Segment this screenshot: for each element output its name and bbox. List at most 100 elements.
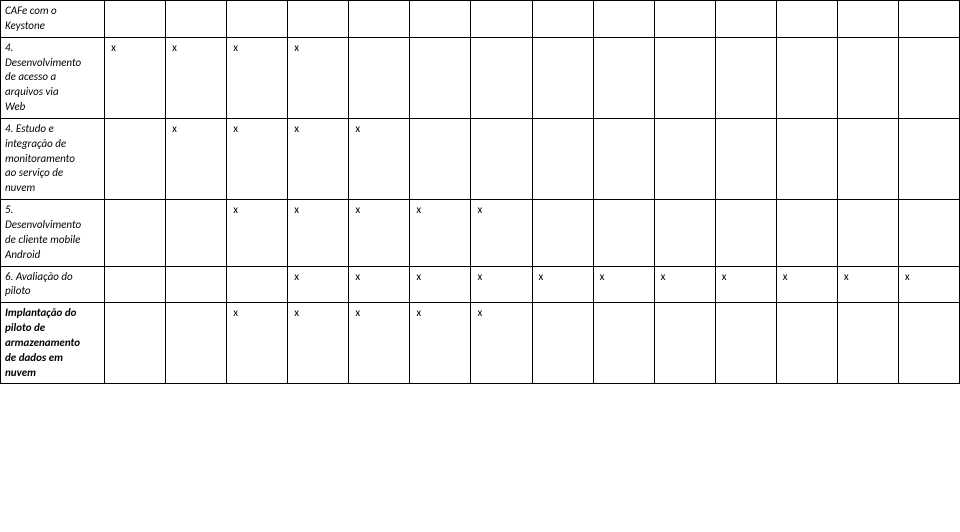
mark-x: x xyxy=(722,270,727,285)
mark-cell: x xyxy=(166,37,227,118)
mark-cell xyxy=(715,303,776,384)
mark-x: x xyxy=(355,306,360,321)
mark-cell xyxy=(532,37,593,118)
mark-cell xyxy=(166,266,227,303)
mark-cell: x xyxy=(471,200,532,266)
mark-x: x xyxy=(844,270,849,285)
mark-cell: x xyxy=(654,266,715,303)
mark-cell: x xyxy=(349,266,410,303)
mark-x: x xyxy=(416,203,421,218)
mark-cell xyxy=(532,118,593,199)
mark-x: x xyxy=(233,306,238,321)
mark-cell xyxy=(349,37,410,118)
row-label-line: monitoramento xyxy=(5,152,75,165)
mark-x: x xyxy=(355,122,360,137)
mark-x: x xyxy=(233,41,238,56)
table-row: CAFe com o Keystone xyxy=(1,1,960,38)
mark-cell: x xyxy=(471,266,532,303)
row-label-line: 4. Estudo e xyxy=(5,122,54,135)
row-label: 4. Estudo eintegração demonitoramentoao … xyxy=(1,118,105,199)
mark-cell xyxy=(837,200,898,266)
row-label-line: Desenvolvimento xyxy=(5,56,81,69)
mark-cell xyxy=(776,37,837,118)
table-row: Implantação dopiloto dearmazenamentode d… xyxy=(1,303,960,384)
mark-cell: x xyxy=(227,303,288,384)
mark-cell xyxy=(166,200,227,266)
row-label: 5.Desenvolvimentode cliente mobileAndroi… xyxy=(1,200,105,266)
mark-x: x xyxy=(294,41,299,56)
mark-x: x xyxy=(294,270,299,285)
mark-x: x xyxy=(539,270,544,285)
mark-x: x xyxy=(661,270,666,285)
mark-x: x xyxy=(905,270,910,285)
mark-cell xyxy=(776,303,837,384)
mark-x: x xyxy=(477,203,482,218)
row-label: 6. Avaliação dopiloto xyxy=(1,266,105,303)
mark-cell xyxy=(166,1,227,38)
mark-cell: x xyxy=(349,200,410,266)
mark-cell xyxy=(532,303,593,384)
mark-cell xyxy=(593,200,654,266)
mark-cell xyxy=(227,266,288,303)
mark-cell: x xyxy=(349,303,410,384)
row-label-line: de acesso a xyxy=(5,70,56,83)
mark-x: x xyxy=(233,203,238,218)
mark-cell xyxy=(105,1,166,38)
mark-cell xyxy=(105,118,166,199)
row-label-line: de dados em xyxy=(5,351,63,364)
row-label-line: arquivos via xyxy=(5,85,59,98)
mark-x: x xyxy=(355,270,360,285)
mark-x: x xyxy=(416,270,421,285)
mark-cell xyxy=(288,1,349,38)
mark-x: x xyxy=(294,203,299,218)
mark-cell xyxy=(715,1,776,38)
mark-cell: x xyxy=(227,37,288,118)
row-label-line: piloto xyxy=(5,284,31,297)
mark-cell xyxy=(105,266,166,303)
mark-x: x xyxy=(783,270,788,285)
table-row: 4. Desenvolvimentode acesso a arquivos via… xyxy=(1,37,960,118)
mark-cell: x xyxy=(532,266,593,303)
mark-cell xyxy=(776,1,837,38)
mark-cell: x xyxy=(288,266,349,303)
row-label: Implantação dopiloto dearmazenamentode d… xyxy=(1,303,105,384)
mark-x: x xyxy=(294,122,299,137)
mark-cell xyxy=(105,200,166,266)
mark-x: x xyxy=(111,41,116,56)
row-label-line: armazenamento xyxy=(5,336,80,349)
mark-x: x xyxy=(172,122,177,137)
mark-cell: x xyxy=(593,266,654,303)
mark-cell xyxy=(593,1,654,38)
mark-cell: x xyxy=(288,118,349,199)
mark-cell: x xyxy=(776,266,837,303)
mark-cell xyxy=(410,118,471,199)
mark-x: x xyxy=(294,306,299,321)
mark-cell xyxy=(593,303,654,384)
row-label-line: CAFe com o xyxy=(5,4,57,17)
mark-cell xyxy=(471,1,532,38)
row-label-line: 5. xyxy=(5,203,13,216)
row-label-line: 4. xyxy=(5,41,13,54)
mark-cell xyxy=(349,1,410,38)
mark-cell xyxy=(471,118,532,199)
mark-cell xyxy=(654,37,715,118)
mark-x: x xyxy=(477,306,482,321)
mark-cell: x xyxy=(288,37,349,118)
mark-cell xyxy=(837,1,898,38)
table-row: 4. Estudo eintegração demonitoramentoao … xyxy=(1,118,960,199)
mark-cell xyxy=(715,118,776,199)
mark-cell xyxy=(227,1,288,38)
mark-x: x xyxy=(172,41,177,56)
mark-cell: x xyxy=(410,303,471,384)
row-label-line: Desenvolvimento xyxy=(5,218,81,231)
mark-x: x xyxy=(355,203,360,218)
mark-cell xyxy=(654,200,715,266)
mark-cell xyxy=(654,303,715,384)
mark-cell xyxy=(898,200,959,266)
row-label-line: Keystone xyxy=(5,19,45,32)
mark-cell: x xyxy=(410,266,471,303)
mark-cell xyxy=(593,37,654,118)
row-label-line: Web xyxy=(5,100,25,113)
row-label-line: ao serviço de xyxy=(5,166,63,179)
mark-cell xyxy=(471,37,532,118)
